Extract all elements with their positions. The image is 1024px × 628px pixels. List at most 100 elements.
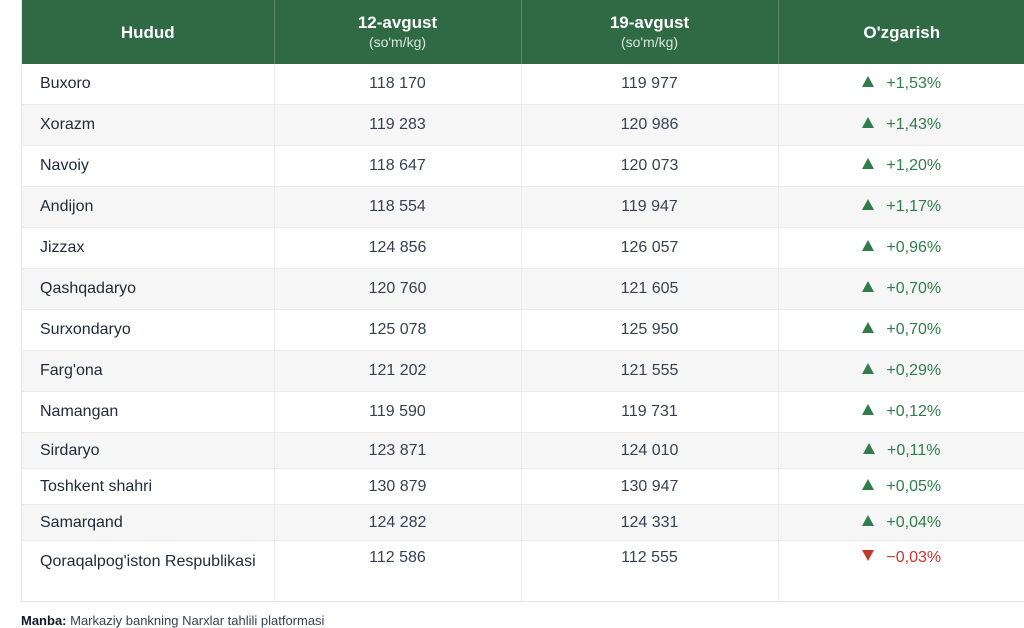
triangle-up-icon [862,240,875,252]
table-row: Samarqand 124 282 124 331 +0,04% [22,504,1024,541]
cell-change: +0,04% [778,504,1024,541]
table-row: Qoraqalpog'iston Respublikasi 112 586 112 … [22,540,1024,601]
triangle-up-icon [862,76,875,88]
cell-price-date2: 120 073 [521,145,779,187]
change-value: −0,03% [886,549,942,566]
header-date1: 12-avgust (so'm/kg) [274,0,522,64]
table-row: Farg'ona 121 202 121 555 +0,29% [22,350,1024,392]
table-row: Jizzax 124 856 126 057 +0,96% [22,227,1024,269]
triangle-up-icon [862,478,875,490]
cell-price-date1: 130 879 [274,468,522,505]
header-change-label: O'zgarish [863,22,941,42]
cell-change: +0,29% [778,350,1024,392]
cell-price-date1: 124 856 [274,227,522,269]
cell-change: +0,96% [778,227,1024,269]
change-value: +0,05% [886,477,942,495]
header-date2-unit: (so'm/kg) [620,34,679,50]
table-row: Buxoro 118 170 119 977 +1,53% [22,64,1024,105]
triangle-up-icon [862,158,875,170]
header-region: Hudud [22,0,275,64]
cell-price-date2: 121 605 [521,268,779,310]
cell-price-date1: 118 647 [274,145,522,187]
cell-region: Surxondaryo [22,309,275,351]
change-value: +0,12% [886,403,942,420]
header-date2-label: 19-avgust [609,13,690,32]
table-row: Andijon 118 554 119 947 +1,17% [22,186,1024,228]
price-table-container: Hudud 12-avgust (so'm/kg) 19-avgust (so'… [21,0,1024,602]
change-value: +1,53% [886,75,942,92]
cell-price-date2: 124 010 [521,432,779,469]
cell-price-date2: 120 986 [521,104,779,146]
cell-price-date1: 124 282 [274,504,522,541]
cell-price-date1: 125 078 [274,309,522,351]
cell-change: +0,11% [778,432,1024,469]
cell-change: −0,03% [778,540,1024,601]
change-value: +1,43% [886,116,942,133]
cell-price-date1: 120 760 [274,268,522,310]
triangle-up-icon [862,514,875,526]
cell-region: Qoraqalpog'iston Respublikasi [22,540,275,601]
source-note: Manba: Markaziy bankning Narxlar tahlili… [21,613,324,628]
cell-change: +0,70% [778,268,1024,310]
change-value: +0,70% [886,321,942,338]
change-value: +1,20% [886,157,942,174]
triangle-up-icon [862,117,875,129]
cell-change: +1,53% [778,64,1024,105]
table-row: Navoiy 118 647 120 073 +1,20% [22,145,1024,187]
triangle-down-icon [862,550,875,562]
cell-region: Sirdaryo [22,432,275,469]
table-row: Surxondaryo 125 078 125 950 +0,70% [22,309,1024,351]
cell-price-date1: 119 590 [274,391,522,433]
header-region-label: Hudud [120,22,175,42]
cell-region: Samarqand [22,504,275,541]
table-row: Xorazm 119 283 120 986 +1,43% [22,104,1024,146]
cell-change: +0,70% [778,309,1024,351]
cell-change: +0,05% [778,468,1024,505]
cell-price-date1: 118 170 [274,64,522,105]
triangle-up-icon [862,363,875,375]
table-header: Hudud 12-avgust (so'm/kg) 19-avgust (so'… [22,0,1024,64]
cell-price-date1: 112 586 [274,540,522,601]
cell-region: Andijon [22,186,275,228]
cell-region: Farg'ona [22,350,275,392]
triangle-up-icon [862,404,875,416]
source-label: Manba: [21,613,67,628]
change-value: +1,17% [886,198,942,215]
table-row: Toshkent shahri 130 879 130 947 +0,05% [22,468,1024,505]
triangle-up-icon [862,199,875,211]
table-row: Namangan 119 590 119 731 +0,12% [22,391,1024,433]
table-row: Qashqadaryo 120 760 121 605 +0,70% [22,268,1024,310]
price-table: Hudud 12-avgust (so'm/kg) 19-avgust (so'… [22,0,1024,601]
change-value: +0,29% [886,362,942,379]
header-row: Hudud 12-avgust (so'm/kg) 19-avgust (so'… [22,0,1024,64]
cell-region: Jizzax [22,227,275,269]
cell-change: +1,17% [778,186,1024,228]
cell-region: Toshkent shahri [22,468,275,505]
cell-region: Namangan [22,391,275,433]
cell-price-date2: 124 331 [521,504,779,541]
source-text: Markaziy bankning Narxlar tahlili platfo… [70,613,325,628]
cell-region: Navoiy [22,145,275,187]
cell-price-date2: 130 947 [521,468,779,505]
cell-price-date1: 121 202 [274,350,522,392]
change-value: +0,04% [886,513,942,531]
table-body: Buxoro 118 170 119 977 +1,53% Xorazm 119 283 1… [22,64,1024,601]
cell-region: Xorazm [22,104,275,146]
triangle-up-icon [862,322,875,334]
cell-price-date2: 119 977 [521,64,779,105]
cell-price-date2: 112 555 [521,540,779,601]
table-row: Sirdaryo 123 871 124 010 +0,11% [22,432,1024,469]
header-date1-unit: (so'm/kg) [368,34,427,50]
cell-region: Qashqadaryo [22,268,275,310]
header-change: O'zgarish [778,0,1024,64]
cell-price-date1: 123 871 [274,432,522,469]
header-date2: 19-avgust (so'm/kg) [521,0,779,64]
change-value: +0,70% [886,280,942,297]
cell-price-date1: 118 554 [274,186,522,228]
cell-change: +1,43% [778,104,1024,146]
cell-price-date2: 125 950 [521,309,779,351]
change-value: +0,96% [886,239,942,256]
header-date1-label: 12-avgust [357,13,438,32]
change-value: +0,11% [886,441,941,459]
cell-price-date2: 119 731 [521,391,779,433]
